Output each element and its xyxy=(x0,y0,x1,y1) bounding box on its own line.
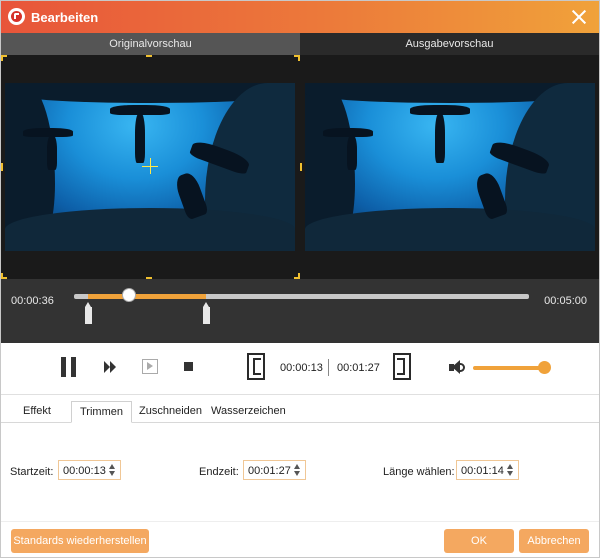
tab-effekt[interactable]: Effekt xyxy=(15,401,59,423)
preview-header: Originalvorschau Ausgabevorschau xyxy=(1,33,599,55)
set-end-button[interactable] xyxy=(393,353,411,380)
output-video-frame xyxy=(305,83,595,251)
trim-end-handle[interactable] xyxy=(202,302,210,324)
length-label: Länge wählen: xyxy=(383,466,455,478)
window-title: Bearbeiten xyxy=(31,10,99,25)
title-bar: Bearbeiten xyxy=(1,1,599,33)
volume-slider[interactable] xyxy=(473,366,545,370)
preview-area xyxy=(1,55,599,279)
volume-knob[interactable] xyxy=(538,361,551,374)
trim-range-fill xyxy=(87,294,206,299)
start-time-label: Startzeit: xyxy=(10,466,54,478)
tab-wasserzeichen[interactable]: Wasserzeichen xyxy=(203,401,294,423)
tab-trimmen[interactable]: Trimmen xyxy=(71,401,132,423)
playhead-handle[interactable] xyxy=(121,288,136,302)
start-time-value: 00:00:13 xyxy=(63,465,106,477)
spinner-arrows-icon[interactable] xyxy=(109,464,116,476)
timeline-track[interactable] xyxy=(74,294,529,299)
current-time: 00:00:36 xyxy=(11,295,54,307)
length-value: 00:01:14 xyxy=(461,465,504,477)
trim-end-time: 00:01:27 xyxy=(337,362,380,374)
fast-forward-icon[interactable] xyxy=(104,361,118,373)
close-icon[interactable] xyxy=(569,7,589,27)
bracket-right-icon xyxy=(397,358,405,375)
divider xyxy=(328,359,329,376)
edit-dialog: Bearbeiten Originalvorschau Ausgabevorsc… xyxy=(0,0,600,558)
start-time-input[interactable]: 00:00:13 xyxy=(58,460,121,480)
spinner-arrows-icon[interactable] xyxy=(507,464,514,476)
timeline: 00:00:36 00:05:00 xyxy=(1,279,599,343)
output-preview-label: Ausgabevorschau xyxy=(300,33,599,55)
reset-defaults-button[interactable]: Standards wiederherstellen xyxy=(11,529,149,553)
crop-handle[interactable] xyxy=(1,55,7,61)
edit-tabs: Effekt Trimmen Zuschneiden Wasserzeichen xyxy=(1,395,599,423)
bracket-left-icon xyxy=(253,358,261,375)
end-time-input[interactable]: 00:01:27 xyxy=(243,460,306,480)
original-preview-label: Originalvorschau xyxy=(1,33,300,55)
crop-handle[interactable] xyxy=(296,163,302,171)
trim-start-handle[interactable] xyxy=(84,302,92,324)
crop-handle[interactable] xyxy=(294,55,300,61)
length-input[interactable]: 00:01:14 xyxy=(456,460,519,480)
total-time: 00:05:00 xyxy=(544,295,587,307)
end-time-value: 00:01:27 xyxy=(248,465,291,477)
playback-controls: 00:00:13 00:01:27 xyxy=(1,343,599,395)
dialog-footer: Standards wiederherstellen OK Abbrechen xyxy=(1,521,599,557)
end-time-label: Endzeit: xyxy=(199,466,239,478)
trim-fields: Startzeit: 00:00:13 Endzeit: 00:01:27 Lä… xyxy=(1,423,599,521)
pause-icon[interactable] xyxy=(61,357,77,377)
ok-button[interactable]: OK xyxy=(444,529,514,553)
trim-start-time: 00:00:13 xyxy=(280,362,323,374)
crop-handle[interactable] xyxy=(146,55,152,61)
original-video-frame[interactable] xyxy=(5,83,295,251)
cancel-button[interactable]: Abbrechen xyxy=(519,529,589,553)
app-logo-icon xyxy=(8,8,25,25)
tab-zuschneiden[interactable]: Zuschneiden xyxy=(131,401,210,423)
spinner-arrows-icon[interactable] xyxy=(294,464,301,476)
set-start-button[interactable] xyxy=(247,353,265,380)
stop-icon[interactable] xyxy=(184,362,193,371)
next-frame-icon[interactable] xyxy=(142,359,158,374)
